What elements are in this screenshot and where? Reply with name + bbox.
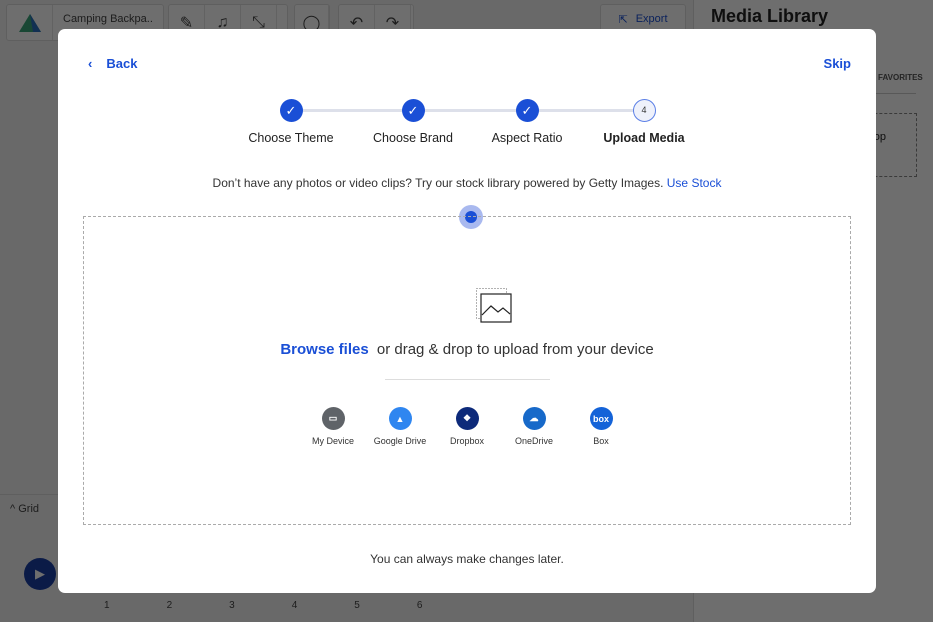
source-label: Box <box>593 436 609 446</box>
export-label: Export <box>635 13 668 25</box>
thumbnail-number[interactable]: 1 <box>104 600 110 611</box>
check-icon: ✓ <box>279 99 303 122</box>
favorites-tab[interactable]: FAVORITES <box>878 73 923 82</box>
step-number: 4 <box>632 99 656 122</box>
skip-button[interactable]: Skip <box>824 56 851 71</box>
source-label: My Device <box>311 436 354 446</box>
project-name[interactable]: Camping Backpa.. <box>53 5 153 25</box>
chevron-left-icon: ‹ <box>88 56 93 71</box>
step-label: Upload Media <box>603 131 685 145</box>
thumbnail-number[interactable]: 6 <box>417 600 423 611</box>
upload-drop-zone[interactable]: Browse files or drag & drop to upload fr… <box>83 216 851 525</box>
source-label: Dropbox <box>449 436 485 446</box>
image-icon <box>476 288 512 323</box>
divider <box>385 379 550 380</box>
thumbnail-number[interactable]: 5 <box>354 600 360 611</box>
source-my-device[interactable]: ▭ My Device <box>298 407 368 446</box>
thumbnail-number[interactable]: 3 <box>229 600 235 611</box>
thumbnail-number[interactable]: 4 <box>292 600 298 611</box>
source-google-drive[interactable]: ▲ Google Drive <box>365 407 435 446</box>
browse-files-link[interactable]: Browse files <box>280 341 368 358</box>
export-icon: ⇱ <box>618 14 628 26</box>
back-button[interactable]: ‹ Back <box>88 56 137 71</box>
step-choose-theme[interactable]: ✓ Choose Theme <box>221 99 361 145</box>
browse-text: or drag & drop to upload from your devic… <box>376 341 654 358</box>
source-label: Google Drive <box>373 436 427 446</box>
step-label: Choose Theme <box>248 131 334 145</box>
stock-text: Don’t have any photos or video clips? Tr… <box>212 176 664 190</box>
footer-note: You can always make changes later. <box>370 552 564 566</box>
thumbnail-strip: 1 2 3 4 5 6 <box>104 600 504 611</box>
source-dropbox[interactable]: ❖ Dropbox <box>432 407 502 446</box>
back-label: Back <box>106 56 138 71</box>
grid-label: Grid <box>18 503 40 515</box>
panel-title: Media Library <box>711 6 829 26</box>
thumbnail-number[interactable]: 2 <box>167 600 173 611</box>
chevron-up-icon: ^ <box>10 503 16 515</box>
stock-prompt: Don’t have any photos or video clips? Tr… <box>58 176 876 190</box>
source-onedrive[interactable]: ☁ OneDrive <box>499 407 569 446</box>
source-label: OneDrive <box>514 436 553 446</box>
box-icon: box <box>589 407 613 430</box>
onedrive-icon: ☁ <box>522 407 546 430</box>
use-stock-link[interactable]: Use Stock <box>667 176 722 190</box>
dropbox-icon: ❖ <box>455 407 479 430</box>
folder-icon: ▭ <box>321 407 345 430</box>
app-logo-icon <box>7 5 53 40</box>
check-icon: ✓ <box>515 99 539 122</box>
upload-media-modal: ‹ Back Skip ✓ Choose Theme ✓ Choose Brand ✓… <box>58 29 876 593</box>
check-icon: ✓ <box>401 99 425 122</box>
source-box[interactable]: box Box <box>566 407 636 446</box>
play-button[interactable]: ▶ <box>24 558 56 590</box>
google-drive-icon: ▲ <box>388 407 412 430</box>
browse-line: Browse files or drag & drop to upload fr… <box>84 341 850 358</box>
step-upload-media: 4 Upload Media <box>574 99 714 145</box>
